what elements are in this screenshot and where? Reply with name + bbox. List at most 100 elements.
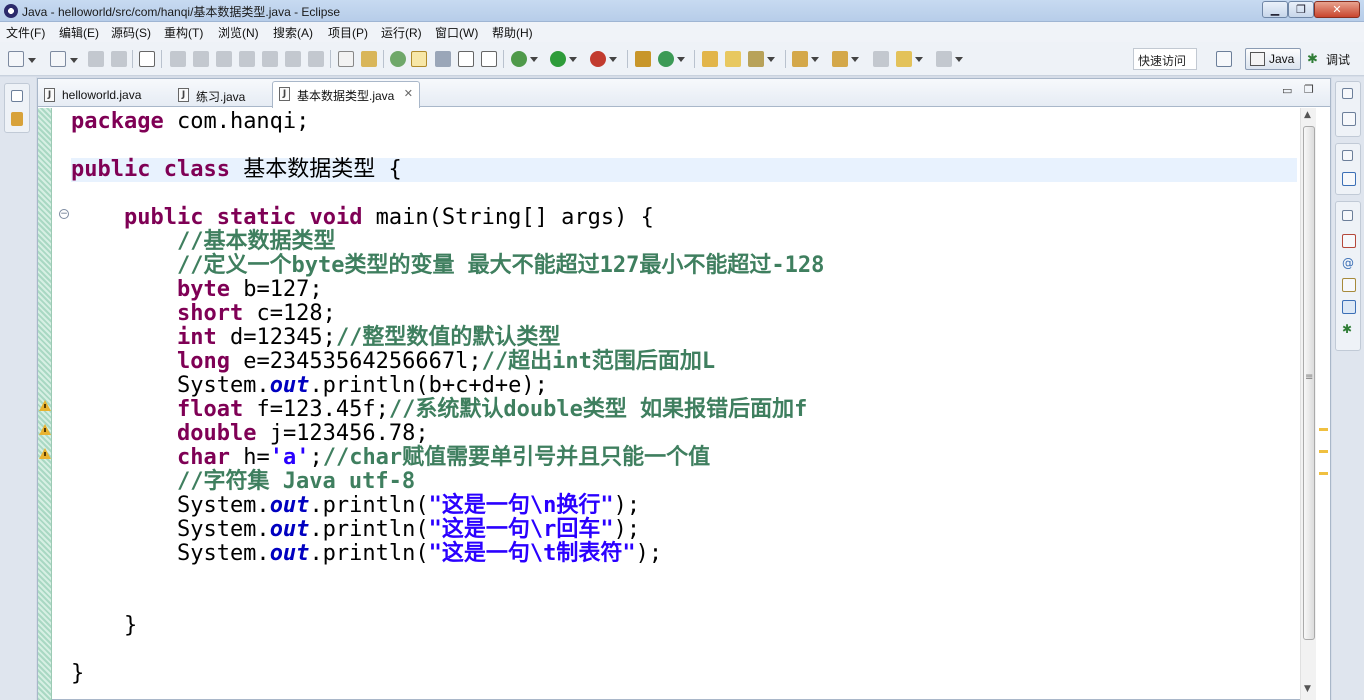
fold-collapse-icon[interactable]: − (59, 209, 69, 219)
code-line[interactable]: char h='a';//char赋值需要单引号并且只能一个值 (71, 446, 1297, 470)
terminate-icon[interactable] (216, 51, 232, 67)
restore-icon[interactable] (1342, 150, 1353, 161)
overview-warning-marker[interactable] (1319, 472, 1328, 475)
breadcrumb-toggle-icon[interactable] (390, 51, 406, 67)
warning-icon[interactable] (39, 424, 51, 435)
scroll-down-icon[interactable]: ▼ (1304, 684, 1311, 694)
save-icon[interactable] (88, 51, 104, 67)
outline-icon[interactable] (1342, 172, 1356, 186)
problems-icon[interactable] (1342, 234, 1356, 248)
restore-icon[interactable] (1342, 210, 1353, 221)
scroll-up-icon[interactable]: ▲ (1304, 110, 1311, 120)
code-line[interactable] (71, 590, 1297, 614)
search-icon[interactable] (748, 51, 775, 67)
menu-run[interactable]: 运行(R) (381, 24, 422, 41)
vertical-scrollbar[interactable]: ▲ ▼ (1300, 108, 1316, 700)
editor-maximize-icon[interactable]: ❐ (1304, 83, 1318, 97)
javadoc-icon[interactable]: @ (1342, 256, 1356, 270)
console-icon[interactable] (338, 51, 354, 67)
warning-icon[interactable] (39, 448, 51, 459)
code-line[interactable]: package com.hanqi; (71, 110, 1297, 134)
minimize-window-button[interactable]: ▁ (1262, 1, 1288, 18)
back-icon[interactable] (896, 51, 923, 67)
step-return-icon[interactable] (308, 51, 324, 67)
new-icon[interactable] (8, 51, 36, 67)
menu-navigate[interactable]: 浏览(N) (218, 24, 259, 41)
bug-icon[interactable]: ✱ (1342, 322, 1356, 336)
java-perspective-button[interactable]: Java (1245, 48, 1301, 70)
editor-tab-jiben-shuju-leixing[interactable]: J 基本数据类型.java ✕ (272, 81, 420, 108)
resume-icon[interactable] (170, 51, 186, 67)
code-line[interactable] (71, 182, 1297, 206)
highlight-toggle-icon[interactable] (411, 51, 427, 67)
code-line[interactable]: public class 基本数据类型 { (71, 158, 1297, 182)
restore-icon[interactable] (1342, 88, 1353, 99)
code-text-area[interactable]: package com.hanqi; public class 基本数据类型 { … (71, 108, 1297, 700)
editor-tab-lianxi[interactable]: J 练习.java (172, 83, 272, 107)
quick-access-field[interactable]: 快速访问 (1133, 48, 1197, 70)
code-line[interactable]: System.out.println("这是一句\t制表符"); (71, 542, 1297, 566)
skip-breakpoints-icon[interactable] (139, 51, 155, 67)
menu-edit[interactable]: 编辑(E) (59, 24, 99, 41)
code-line[interactable]: //定义一个byte类型的变量 最大不能超过127最小不能超过-128 (71, 254, 1297, 278)
open-task-icon[interactable] (725, 51, 741, 67)
step-into-icon[interactable] (262, 51, 278, 67)
vertical-ruler[interactable] (38, 108, 52, 700)
block-selection-icon[interactable] (435, 51, 451, 67)
code-line[interactable]: short c=128; (71, 302, 1297, 326)
code-line[interactable]: } (71, 614, 1297, 638)
new-java-class-icon[interactable] (658, 51, 685, 67)
suspend-icon[interactable] (193, 51, 209, 67)
code-line[interactable]: } (71, 662, 1297, 686)
code-line[interactable] (71, 638, 1297, 662)
show-whitespace-icon[interactable] (458, 51, 474, 67)
new-project-icon[interactable] (50, 51, 78, 67)
code-line[interactable]: long e=23453564256667l;//超出int范围后面加L (71, 350, 1297, 374)
menu-help[interactable]: 帮助(H) (492, 24, 533, 41)
menu-project[interactable]: 项目(P) (328, 24, 368, 41)
save-all-icon[interactable] (111, 51, 127, 67)
toggle-mark-occurrences-icon[interactable] (361, 51, 377, 67)
open-type-icon[interactable] (702, 51, 718, 67)
overview-warning-marker[interactable] (1319, 450, 1328, 453)
overview-warning-marker[interactable] (1319, 428, 1328, 431)
new-java-package-icon[interactable] (635, 51, 651, 67)
code-line[interactable] (71, 134, 1297, 158)
debug-icon[interactable] (511, 51, 538, 67)
restore-icon[interactable] (11, 90, 23, 102)
package-explorer-icon[interactable] (11, 112, 23, 126)
menu-source[interactable]: 源码(S) (111, 24, 151, 41)
menu-refactor[interactable]: 重构(T) (164, 24, 203, 41)
maximize-window-button[interactable]: ❐ (1288, 1, 1314, 18)
code-line[interactable]: double j=123456.78; (71, 422, 1297, 446)
code-line[interactable]: public static void main(String[] args) { (71, 206, 1297, 230)
last-edit-location-icon[interactable] (873, 51, 889, 67)
code-line[interactable]: //字符集 Java utf-8 (71, 470, 1297, 494)
word-wrap-icon[interactable] (481, 51, 497, 67)
next-annotation-icon[interactable] (792, 51, 819, 67)
overview-ruler[interactable] (1316, 108, 1330, 700)
previous-annotation-icon[interactable] (832, 51, 859, 67)
close-window-button[interactable]: ✕ (1314, 1, 1360, 18)
forward-icon[interactable] (936, 51, 963, 67)
menu-window[interactable]: 窗口(W) (435, 24, 478, 41)
step-over-icon[interactable] (285, 51, 301, 67)
code-line[interactable] (71, 566, 1297, 590)
menu-search[interactable]: 搜索(A) (273, 24, 313, 41)
menu-file[interactable]: 文件(F) (6, 24, 45, 41)
debug-perspective-button[interactable]: ✱ 调试 (1305, 48, 1361, 70)
scrollbar-thumb[interactable] (1303, 126, 1315, 640)
code-line[interactable]: float f=123.45f;//系统默认double类型 如果报错后面加f (71, 398, 1297, 422)
declaration-icon[interactable] (1342, 278, 1356, 292)
code-line[interactable]: //基本数据类型 (71, 230, 1297, 254)
code-line[interactable]: int d=12345;//整型数值的默认类型 (71, 326, 1297, 350)
code-line[interactable]: byte b=127; (71, 278, 1297, 302)
warning-icon[interactable] (39, 400, 51, 411)
task-list-icon[interactable] (1342, 112, 1356, 126)
console-icon[interactable] (1342, 300, 1356, 314)
editor-tab-helloworld[interactable]: J helloworld.java (38, 83, 172, 107)
external-tools-icon[interactable] (590, 51, 617, 67)
code-line[interactable]: System.out.println(b+c+d+e); (71, 374, 1297, 398)
run-icon[interactable] (550, 51, 577, 67)
open-perspective-icon[interactable] (1216, 51, 1232, 67)
